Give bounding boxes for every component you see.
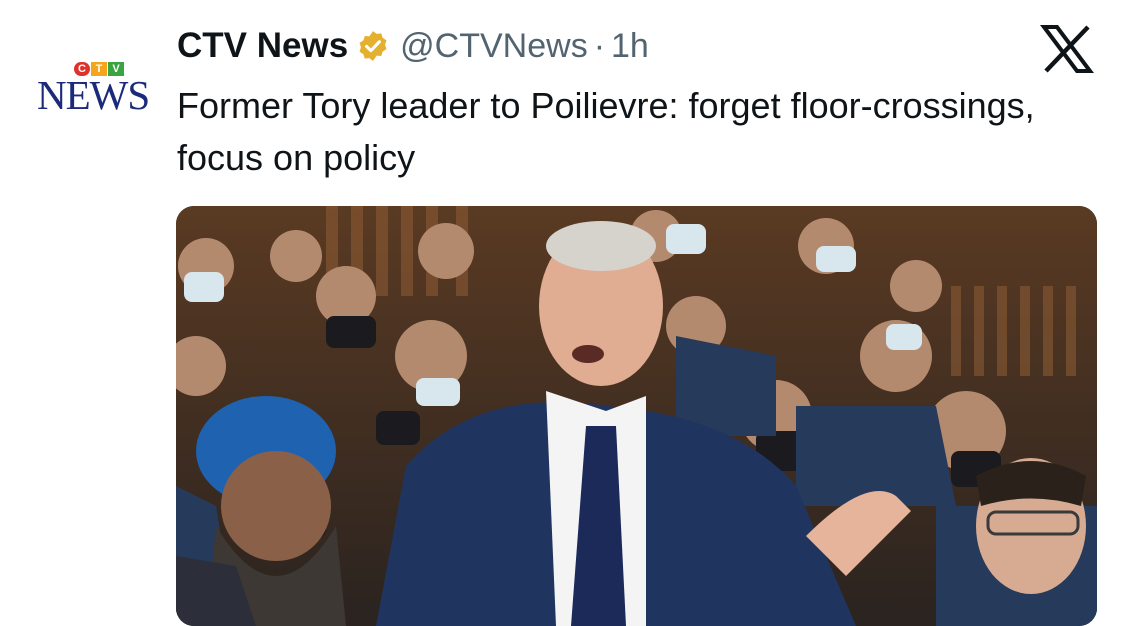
tweet-headline: Former Tory leader to Poilievre: forget … <box>177 85 1035 178</box>
separator-dot: · <box>593 26 606 65</box>
account-name[interactable]: CTV News <box>177 26 348 66</box>
tweet-header: CTV News @CTVNews · 1h <box>177 22 649 70</box>
post-time[interactable]: 1h <box>611 27 649 66</box>
account-handle[interactable]: @CTVNews <box>400 27 588 66</box>
ctv-news-avatar[interactable]: C T V NEWS <box>30 56 150 126</box>
ctv-logo-news-word: NEWS <box>37 72 150 118</box>
news-photo[interactable] <box>176 206 1097 626</box>
parliament-photo-illustration <box>176 206 1097 626</box>
verified-gold-badge-icon <box>359 31 387 61</box>
x-logo-icon[interactable] <box>1040 24 1094 74</box>
